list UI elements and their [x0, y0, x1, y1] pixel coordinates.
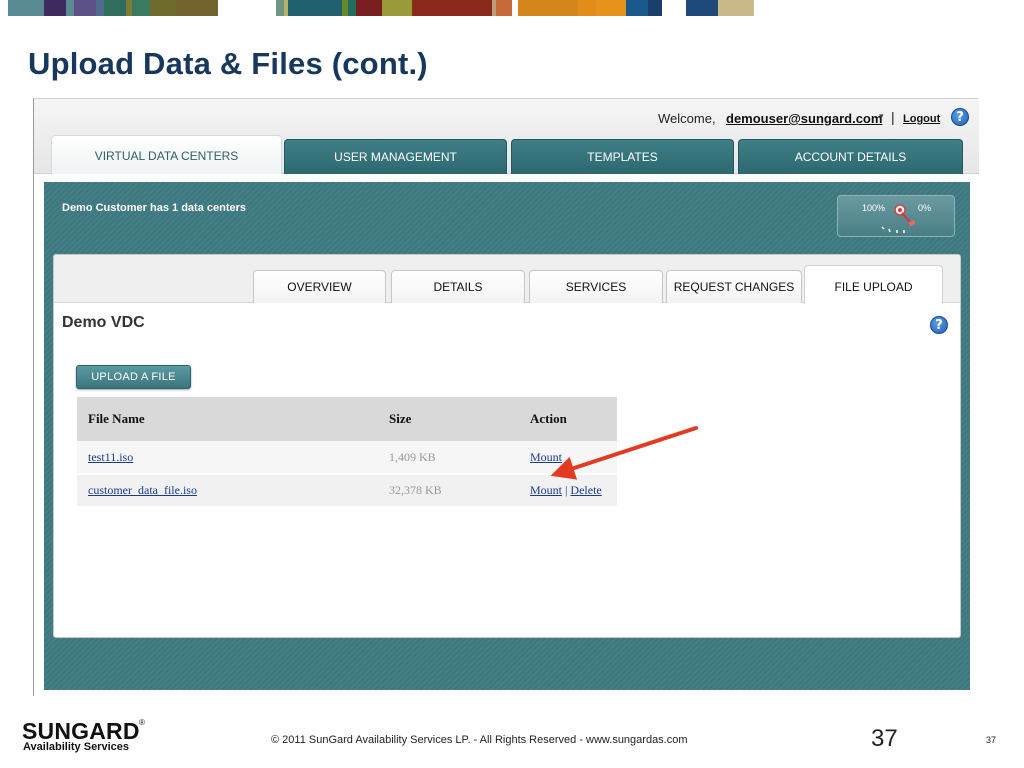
strip-segment: [288, 0, 342, 16]
column-header-file-name: File Name: [77, 397, 378, 441]
chevron-down-icon[interactable]: ▾: [879, 111, 884, 122]
app-header: Welcome, demouser@sungard.com ▾ | Logout…: [34, 99, 979, 174]
slide-title: Upload Data & Files (cont.): [28, 46, 428, 81]
strip-segment: [518, 0, 578, 16]
vdc-title: Demo VDC: [62, 314, 145, 331]
gauge-dial-icon: [881, 204, 916, 233]
upload-file-button[interactable]: UPLOAD A FILE: [76, 365, 191, 389]
file-size: 1,409 KB: [389, 449, 436, 464]
file-size-cell: 32,378 KB: [378, 474, 520, 508]
capacity-gauge: 100% 0%: [837, 195, 955, 237]
strip-segment: [686, 0, 718, 16]
strip-segment: [44, 0, 66, 16]
strip-segment: [0, 0, 8, 16]
delete-link[interactable]: Delete: [570, 483, 601, 497]
strip-segment: [96, 0, 104, 16]
tab-file-upload[interactable]: FILE UPLOAD: [804, 265, 943, 304]
strip-segment: [356, 0, 382, 16]
strip-segment: [648, 0, 662, 16]
strip-segment: [218, 0, 276, 16]
tab-user-management[interactable]: USER MANAGEMENT: [284, 139, 507, 174]
file-name-cell: test11.iso: [77, 441, 378, 475]
strip-segment: [74, 0, 96, 16]
table-row: test11.iso 1,409 KB Mount: [77, 441, 617, 475]
strip-segment: [66, 0, 74, 16]
logo-registered-mark: ®: [139, 718, 145, 727]
strip-segment: [412, 0, 492, 16]
tab-virtual-data-centers[interactable]: VIRTUAL DATA CENTERS: [51, 135, 282, 174]
user-account-link[interactable]: demouser@sungard.com: [726, 111, 882, 126]
file-action-cell: Mount | Delete: [520, 474, 617, 508]
tab-overview[interactable]: OVERVIEW: [253, 270, 386, 303]
file-action-cell: Mount: [520, 441, 617, 475]
copyright-text: © 2011 SunGard Availability Services LP.…: [271, 734, 688, 746]
logo-subtitle: Availability Services: [23, 741, 129, 753]
table-row: customer_data_file.iso 32,378 KB Mount |…: [77, 474, 617, 508]
tab-services[interactable]: SERVICES: [529, 270, 663, 303]
action-separator: |: [565, 483, 568, 497]
tab-request-changes[interactable]: REQUEST CHANGES: [666, 270, 802, 303]
strip-segment: [176, 0, 218, 16]
page-number-small: 37: [986, 735, 997, 745]
column-header-action: Action: [520, 397, 617, 441]
file-name-link[interactable]: test11.iso: [88, 450, 133, 464]
strip-segment: [496, 0, 512, 16]
page-number: 37: [871, 725, 898, 752]
file-table: File Name Size Action test11.iso 1,409 K…: [77, 397, 617, 508]
strip-segment: [626, 0, 648, 16]
help-icon[interactable]: ?: [951, 108, 969, 126]
strip-segment: [132, 0, 150, 16]
help-icon[interactable]: ?: [930, 316, 948, 334]
strip-segment: [718, 0, 754, 16]
app-window: Welcome, demouser@sungard.com ▾ | Logout…: [33, 98, 979, 696]
strip-segment: [596, 0, 626, 16]
tab-details[interactable]: DETAILS: [391, 270, 525, 303]
panel-title: Demo Customer has 1 data centers: [62, 202, 247, 214]
strip-segment: [104, 0, 126, 16]
strip-segment: [276, 0, 284, 16]
strip-segment: [348, 0, 356, 16]
file-size-cell: 1,409 KB: [378, 441, 520, 475]
logout-link[interactable]: Logout: [903, 113, 940, 125]
welcome-text: Welcome,: [658, 111, 716, 126]
column-header-size: Size: [378, 397, 520, 441]
vdc-content: OVERVIEW DETAILS SERVICES REQUEST CHANGE…: [53, 254, 961, 638]
content-tab-bar: OVERVIEW DETAILS SERVICES REQUEST CHANGE…: [54, 255, 960, 304]
tab-templates[interactable]: TEMPLATES: [511, 139, 734, 174]
tab-account-details[interactable]: ACCOUNT DETAILS: [738, 139, 963, 174]
strip-segment: [662, 0, 686, 16]
data-center-panel: Demo Customer has 1 data centers 100% 0%…: [44, 182, 970, 690]
top-color-strip: [0, 0, 1024, 16]
strip-segment: [8, 0, 44, 16]
mount-link[interactable]: Mount: [530, 450, 562, 464]
strip-segment: [382, 0, 412, 16]
file-size: 32,378 KB: [389, 483, 442, 497]
file-name-cell: customer_data_file.iso: [77, 474, 378, 508]
table-header-row: File Name Size Action: [77, 397, 617, 441]
mount-link[interactable]: Mount: [530, 483, 562, 497]
strip-segment: [150, 0, 176, 16]
file-name-link[interactable]: customer_data_file.iso: [88, 483, 197, 497]
header-separator: |: [891, 109, 895, 125]
strip-segment: [578, 0, 596, 16]
gauge-right-label: 0%: [918, 203, 932, 213]
